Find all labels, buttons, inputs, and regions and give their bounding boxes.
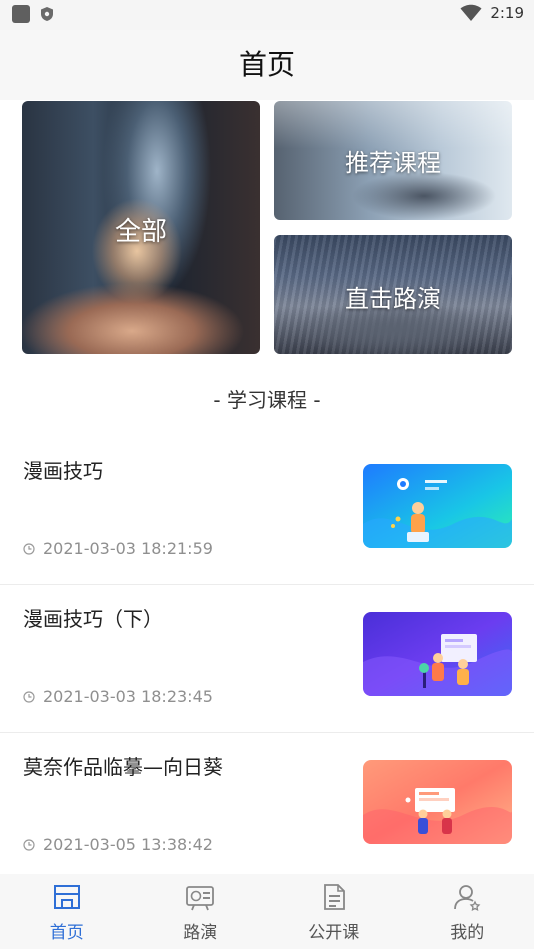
course-item[interactable]: 漫画技巧（下） 2021-03-03 18:23:45 (0, 585, 534, 733)
nav-home-label: 首页 (49, 923, 84, 943)
status-time: 2:19 (490, 4, 524, 22)
nav-open-course-label: 公开课 (308, 923, 360, 943)
clock-icon (23, 838, 35, 851)
course-thumbnail (363, 464, 512, 548)
bottom-nav: 首页 路演 公开课 我的 (0, 874, 534, 949)
course-list: 漫画技巧 2021-03-03 18:21:59 漫画技巧（下） 2021-03… (0, 437, 534, 881)
banner-roadshow-label: 直击路演 (345, 285, 441, 313)
status-bar: 2:19 (0, 0, 534, 30)
course-time: 2021-03-05 13:38:42 (43, 835, 213, 854)
course-thumbnail (363, 612, 512, 696)
course-title: 漫画技巧 (23, 459, 103, 483)
clock-icon (23, 690, 35, 703)
banner-recommended-label: 推荐课程 (345, 149, 441, 177)
banner-roadshow[interactable]: 直击路演 (274, 235, 512, 354)
course-time: 2021-03-03 18:21:59 (43, 539, 213, 558)
nav-roadshow-label: 路演 (183, 923, 218, 943)
section-title: - 学习课程 - (213, 388, 321, 412)
nav-home[interactable]: 首页 (0, 874, 134, 949)
banner-recommended-courses[interactable]: 推荐课程 (274, 101, 512, 220)
roadshow-icon (186, 886, 215, 911)
nav-roadshow[interactable]: 路演 (134, 874, 268, 949)
nav-profile-label: 我的 (450, 923, 485, 943)
course-item[interactable]: 漫画技巧 2021-03-03 18:21:59 (0, 437, 534, 585)
course-title: 漫画技巧（下） (23, 607, 163, 631)
banner-all-label: 全部 (114, 217, 167, 247)
home-icon (53, 885, 80, 909)
banner-all[interactable]: 全部 (22, 101, 260, 354)
page-title: 首页 (238, 48, 295, 81)
app-header: 首页 (0, 30, 534, 100)
nav-open-course[interactable]: 公开课 (267, 874, 401, 949)
document-icon (323, 884, 345, 910)
course-title: 莫奈作品临摹—向日葵 (23, 755, 223, 779)
clock-icon (23, 542, 35, 555)
wifi-icon (460, 4, 482, 21)
shield-icon (41, 7, 53, 21)
course-thumbnail (363, 760, 512, 844)
profile-icon (454, 885, 481, 911)
nav-profile[interactable]: 我的 (401, 874, 534, 949)
notification-icon (12, 5, 30, 23)
course-item[interactable]: 莫奈作品临摹—向日葵 2021-03-05 13:38:42 (0, 733, 534, 881)
course-time: 2021-03-03 18:23:45 (43, 687, 213, 706)
